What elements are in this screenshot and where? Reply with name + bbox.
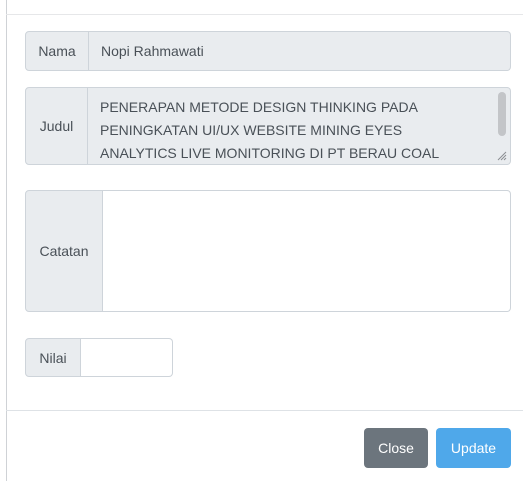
judul-line: ANALYTICS LIVE MONITORING DI PT BERAU CO… xyxy=(100,145,440,161)
nama-label: Nama xyxy=(25,31,89,71)
judul-input-group: Judul PENERAPAN METODE DESIGN THINKING P… xyxy=(25,87,511,165)
modal-header-divider xyxy=(6,14,523,15)
nilai-number-input[interactable] xyxy=(81,338,173,377)
judul-scrollbar-thumb[interactable] xyxy=(498,92,506,136)
catatan-input-group: Catatan xyxy=(25,190,511,312)
judul-label: Judul xyxy=(25,87,88,165)
close-button[interactable]: Close xyxy=(364,428,428,468)
resize-handle-icon[interactable] xyxy=(497,151,507,161)
judul-scrollbar[interactable] xyxy=(498,92,506,144)
nama-input-group: Nama Nopi Rahmawati xyxy=(25,31,511,71)
catatan-label: Catatan xyxy=(25,190,103,312)
nilai-label: Nilai xyxy=(25,338,81,377)
catatan-textarea[interactable] xyxy=(103,190,511,312)
update-button[interactable]: Update xyxy=(436,428,511,468)
nilai-input-group: Nilai xyxy=(25,338,173,377)
judul-line: PENINGKATAN UI/UX WEBSITE MINING EYES xyxy=(100,122,403,138)
modal-footer-divider xyxy=(6,410,523,411)
judul-textarea[interactable]: PENERAPAN METODE DESIGN THINKING PADA PE… xyxy=(88,87,511,165)
nama-field[interactable]: Nopi Rahmawati xyxy=(89,31,511,71)
judul-line: PENERAPAN METODE DESIGN THINKING PADA xyxy=(100,99,418,115)
